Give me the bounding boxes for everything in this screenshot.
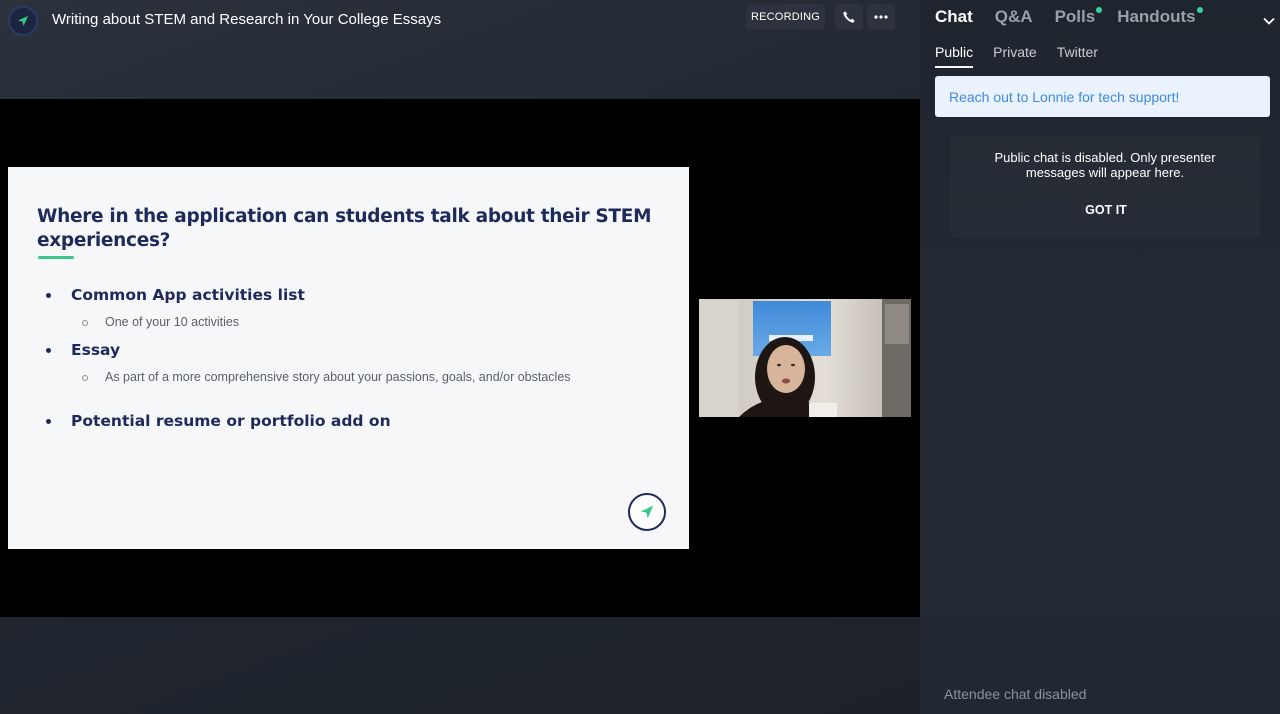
collapse-panel-button[interactable]: [1263, 12, 1275, 30]
sub-bullet-text: As part of a more comprehensive story ab…: [105, 370, 571, 384]
bullet-text: Essay: [71, 341, 121, 359]
bullet-text: Potential resume or portfolio add on: [71, 412, 391, 430]
notification-dot: [1096, 7, 1103, 13]
chat-subtabs: Public Private Twitter: [935, 44, 1118, 68]
phone-icon: [843, 11, 855, 23]
slide-title: Where in the application can students ta…: [37, 206, 652, 251]
notice-text: Public chat is disabled. Only presenter …: [994, 150, 1216, 180]
chat-disabled-notice: Public chat is disabled. Only presenter …: [950, 135, 1260, 237]
chevron-down-icon: [1263, 17, 1275, 25]
recording-button[interactable]: RECORDING: [746, 4, 825, 30]
sub-bullet-ring: [82, 375, 88, 381]
side-panel: Chat Q&A Polls Handouts Public Private T…: [920, 0, 1280, 714]
sub-bullet-text: One of your 10 activities: [105, 315, 240, 329]
more-options-button[interactable]: [867, 4, 895, 30]
navigation-arrow-icon: [18, 16, 28, 26]
bullet-dot: [46, 292, 51, 298]
presenter-webcam[interactable]: [699, 299, 911, 417]
slide-bullet: Essay: [46, 341, 120, 359]
more-horizontal-icon: [874, 15, 888, 19]
bullet-dot: [46, 347, 51, 353]
slide-brand-logo: [628, 493, 666, 531]
notification-dot: [1196, 7, 1203, 13]
presenter-video-image: [699, 299, 911, 417]
tab-label: Handouts: [1117, 7, 1196, 26]
phone-button[interactable]: [835, 4, 863, 30]
tab-chat[interactable]: Chat: [935, 7, 973, 27]
event-title: Writing about STEM and Research in Your …: [52, 11, 442, 28]
tab-qa[interactable]: Q&A: [995, 7, 1033, 27]
title-accent-line: [38, 256, 74, 259]
chat-status-footer: Attendee chat disabled: [944, 686, 1087, 702]
presentation-slide: Where in the application can students ta…: [8, 167, 689, 549]
subtab-twitter[interactable]: Twitter: [1057, 44, 1098, 68]
subtab-private[interactable]: Private: [993, 44, 1037, 68]
subtab-public[interactable]: Public: [935, 44, 974, 68]
bullet-dot: [46, 418, 51, 424]
slide-sub-bullet: As part of a more comprehensive story ab…: [82, 370, 572, 385]
sub-bullet-ring: [82, 320, 88, 326]
got-it-button[interactable]: GOT IT: [1071, 199, 1141, 221]
tab-handouts[interactable]: Handouts: [1117, 7, 1203, 27]
app-logo: [8, 6, 38, 36]
slide-bullet: Potential resume or portfolio add on: [46, 412, 391, 430]
tab-label: Chat: [935, 7, 973, 26]
slide-bullet: Common App activities list: [46, 286, 305, 304]
top-bar: Writing about STEM and Research in Your …: [0, 0, 920, 40]
tab-label: Polls: [1054, 7, 1096, 26]
panel-tabs: Chat Q&A Polls Handouts: [935, 7, 1218, 27]
bullet-text: Common App activities list: [71, 286, 305, 304]
tab-label: Q&A: [994, 7, 1033, 26]
tab-polls[interactable]: Polls: [1054, 7, 1103, 27]
presentation-stage: Where in the application can students ta…: [0, 99, 920, 617]
slide-sub-bullet: One of your 10 activities: [82, 315, 582, 330]
pinned-message[interactable]: Reach out to Lonnie for tech support!: [935, 76, 1270, 117]
navigation-arrow-icon: [640, 505, 654, 519]
